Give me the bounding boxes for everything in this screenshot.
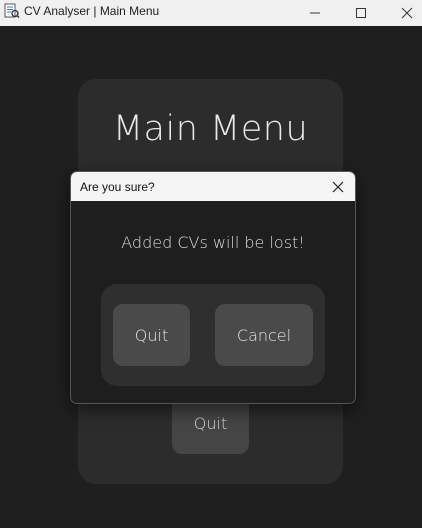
minimize-button[interactable]	[292, 0, 338, 26]
dialog-title: Are you sure?	[80, 180, 155, 194]
app-icon	[4, 3, 20, 19]
app-window: CV Analyser | Main Menu Main Menu Quit A…	[0, 0, 422, 528]
dialog-close-button[interactable]	[321, 172, 355, 201]
dialog-button-group: Quit Cancel	[101, 284, 325, 386]
close-icon	[401, 7, 413, 19]
confirm-dialog: Are you sure? Added CVs will be lost! Qu…	[70, 171, 356, 404]
dialog-message: Added CVs will be lost!	[121, 233, 305, 252]
maximize-icon	[356, 8, 366, 18]
dialog-titlebar[interactable]: Are you sure?	[71, 172, 355, 201]
close-icon	[332, 181, 344, 192]
maximize-button[interactable]	[338, 0, 384, 26]
dialog-quit-button[interactable]: Quit	[113, 304, 190, 366]
window-title: CV Analyser | Main Menu	[24, 4, 160, 18]
window-titlebar[interactable]: CV Analyser | Main Menu	[0, 0, 422, 26]
dialog-cancel-button[interactable]: Cancel	[215, 304, 313, 366]
main-menu-title: Main Menu	[112, 109, 309, 149]
minimize-icon	[310, 12, 320, 14]
close-button[interactable]	[384, 0, 422, 26]
